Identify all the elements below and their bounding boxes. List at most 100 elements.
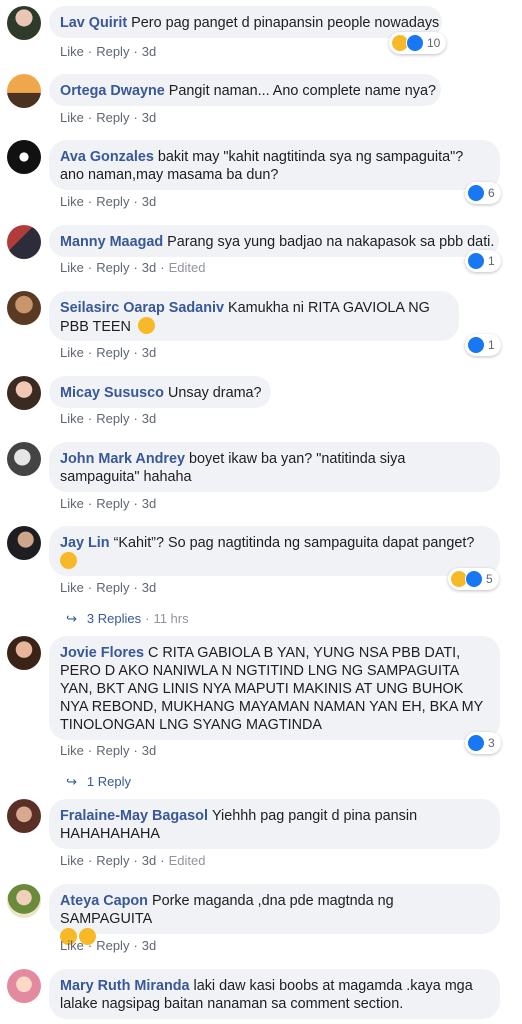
like-icon — [406, 34, 424, 52]
comment-text: “Kahit”? So pag nagtitinda ng sampaguita… — [113, 535, 475, 551]
like-link[interactable]: Like — [60, 743, 84, 758]
timestamp[interactable]: 3d — [142, 853, 156, 868]
like-icon — [467, 252, 485, 270]
comment-author[interactable]: Seilasirc Oarap Sadaniv — [60, 300, 224, 316]
like-link[interactable]: Like — [60, 44, 84, 59]
avatar[interactable] — [7, 884, 41, 918]
like-link[interactable]: Like — [60, 260, 84, 275]
comment-author[interactable]: Micay Sususco — [60, 385, 164, 401]
reply-arrow-icon: ↪ — [66, 774, 77, 789]
reaction-summary[interactable]: 5 — [448, 568, 499, 590]
comment-author[interactable]: Lav Quirit — [60, 15, 127, 31]
comment-actions: Like · Reply · 3d — [60, 194, 157, 209]
reply-link[interactable]: Reply — [96, 260, 129, 275]
reply-link[interactable]: Reply — [96, 580, 129, 595]
like-link[interactable]: Like — [60, 496, 84, 511]
comment-actions: Like · Reply · 3d · Edited — [60, 260, 206, 275]
comment-actions: Like · Reply · 3d — [60, 496, 157, 511]
comment-author[interactable]: Jovie Flores — [60, 645, 144, 661]
avatar[interactable] — [7, 442, 41, 476]
reaction-count: 1 — [488, 338, 495, 352]
comment-bubble: Micay Sususco Unsay drama? — [49, 376, 271, 408]
timestamp[interactable]: 3d — [142, 110, 156, 125]
reaction-count: 5 — [486, 572, 493, 586]
comment-text: Unsay drama? — [167, 385, 262, 401]
comment-actions: Like · Reply · 3d — [60, 743, 157, 758]
reaction-summary[interactable]: 6 — [465, 182, 501, 204]
reaction-count: 1 — [488, 254, 495, 268]
comment-actions: Like · Reply · 3d · Edited — [60, 853, 206, 868]
reply-link[interactable]: Reply — [96, 110, 129, 125]
comment-author[interactable]: Jay Lin — [60, 535, 110, 551]
comment-actions: Like · Reply · 3d — [60, 345, 157, 360]
comment-author[interactable]: Mary Ruth Miranda — [60, 978, 190, 994]
timestamp[interactable]: 3d — [142, 345, 156, 360]
comment-actions: Like · Reply · 3d — [60, 580, 157, 595]
timestamp[interactable]: 3d — [142, 194, 156, 209]
like-icon — [465, 570, 483, 588]
reply-link[interactable]: Reply — [96, 345, 129, 360]
timestamp[interactable]: 3d — [142, 496, 156, 511]
avatar[interactable] — [7, 291, 41, 325]
like-link[interactable]: Like — [60, 580, 84, 595]
reaction-count: 3 — [488, 736, 495, 750]
comment-author[interactable]: Ateya Capon — [60, 893, 148, 909]
reply-link[interactable]: Reply — [96, 194, 129, 209]
laugh-emoji-icon — [60, 552, 77, 569]
comment-author[interactable]: John Mark Andrey — [60, 451, 185, 467]
timestamp[interactable]: 3d — [142, 743, 156, 758]
timestamp[interactable]: 3d — [142, 938, 156, 953]
timestamp[interactable]: 3d — [142, 44, 156, 59]
comment-author[interactable]: Ava Gonzales — [60, 149, 154, 165]
avatar[interactable] — [7, 636, 41, 670]
comment-bubble: Ateya Capon Porke maganda ,dna pde magtnd… — [49, 884, 500, 945]
comment-actions: Like · Reply · 3d — [60, 44, 157, 59]
reply-link[interactable]: Reply — [96, 853, 129, 868]
timestamp[interactable]: 3d — [142, 260, 156, 275]
edited-label[interactable]: Edited — [169, 853, 206, 868]
view-replies-link[interactable]: ↪ 3 Replies · 11 hrs — [66, 611, 189, 627]
like-link[interactable]: Like — [60, 345, 84, 360]
edited-label[interactable]: Edited — [169, 260, 206, 275]
comment-author[interactable]: Manny Maagad — [60, 234, 163, 250]
reply-link[interactable]: Reply — [96, 411, 129, 426]
comment-author[interactable]: Ortega Dwayne — [60, 83, 165, 99]
like-link[interactable]: Like — [60, 853, 84, 868]
reaction-summary[interactable]: 1 — [465, 250, 501, 272]
comment-bubble: Ortega Dwayne Pangit naman... Ano complet… — [49, 74, 441, 106]
avatar[interactable] — [7, 74, 41, 108]
smile-emoji-icon — [137, 317, 155, 334]
comment-text: Pero pag panget d pinapansin people nowa… — [131, 15, 440, 31]
comment-text: Pangit naman... Ano complete name nya? — [168, 83, 436, 99]
reply-link[interactable]: Reply — [96, 938, 129, 953]
avatar[interactable] — [7, 969, 41, 1003]
reply-link[interactable]: Reply — [96, 743, 129, 758]
like-link[interactable]: Like — [60, 938, 84, 953]
comment-bubble: Lav Quirit Pero pag panget d pinapansin p… — [49, 6, 442, 38]
timestamp[interactable]: 3d — [142, 411, 156, 426]
avatar[interactable] — [7, 526, 41, 560]
like-link[interactable]: Like — [60, 110, 84, 125]
comment-text: Parang sya yung badjao na nakapasok sa p… — [167, 234, 495, 250]
comment-actions: Like · Reply · 3d — [60, 938, 157, 953]
comment-bubble: Ava Gonzales bakit may "kahit nagtitinda … — [49, 140, 500, 190]
reply-link[interactable]: Reply — [96, 496, 129, 511]
reaction-summary[interactable]: 10 — [389, 32, 447, 54]
reaction-summary[interactable]: 1 — [465, 334, 501, 356]
avatar[interactable] — [7, 376, 41, 410]
reaction-summary[interactable]: 3 — [465, 732, 501, 754]
view-replies-link[interactable]: ↪ 1 Reply — [66, 774, 131, 790]
comment-actions: Like · Reply · 3d — [60, 110, 157, 125]
like-link[interactable]: Like — [60, 411, 84, 426]
timestamp[interactable]: 3d — [142, 580, 156, 595]
avatar[interactable] — [7, 6, 41, 40]
avatar[interactable] — [7, 140, 41, 174]
comment-bubble: Seilasirc Oarap Sadaniv Kamukha ni RITA G… — [49, 291, 459, 341]
reply-link[interactable]: Reply — [96, 44, 129, 59]
comment-author[interactable]: Fralaine-May Bagasol — [60, 808, 208, 824]
like-icon — [467, 336, 485, 354]
like-icon — [467, 184, 485, 202]
avatar[interactable] — [7, 225, 41, 259]
like-link[interactable]: Like — [60, 194, 84, 209]
avatar[interactable] — [7, 799, 41, 833]
